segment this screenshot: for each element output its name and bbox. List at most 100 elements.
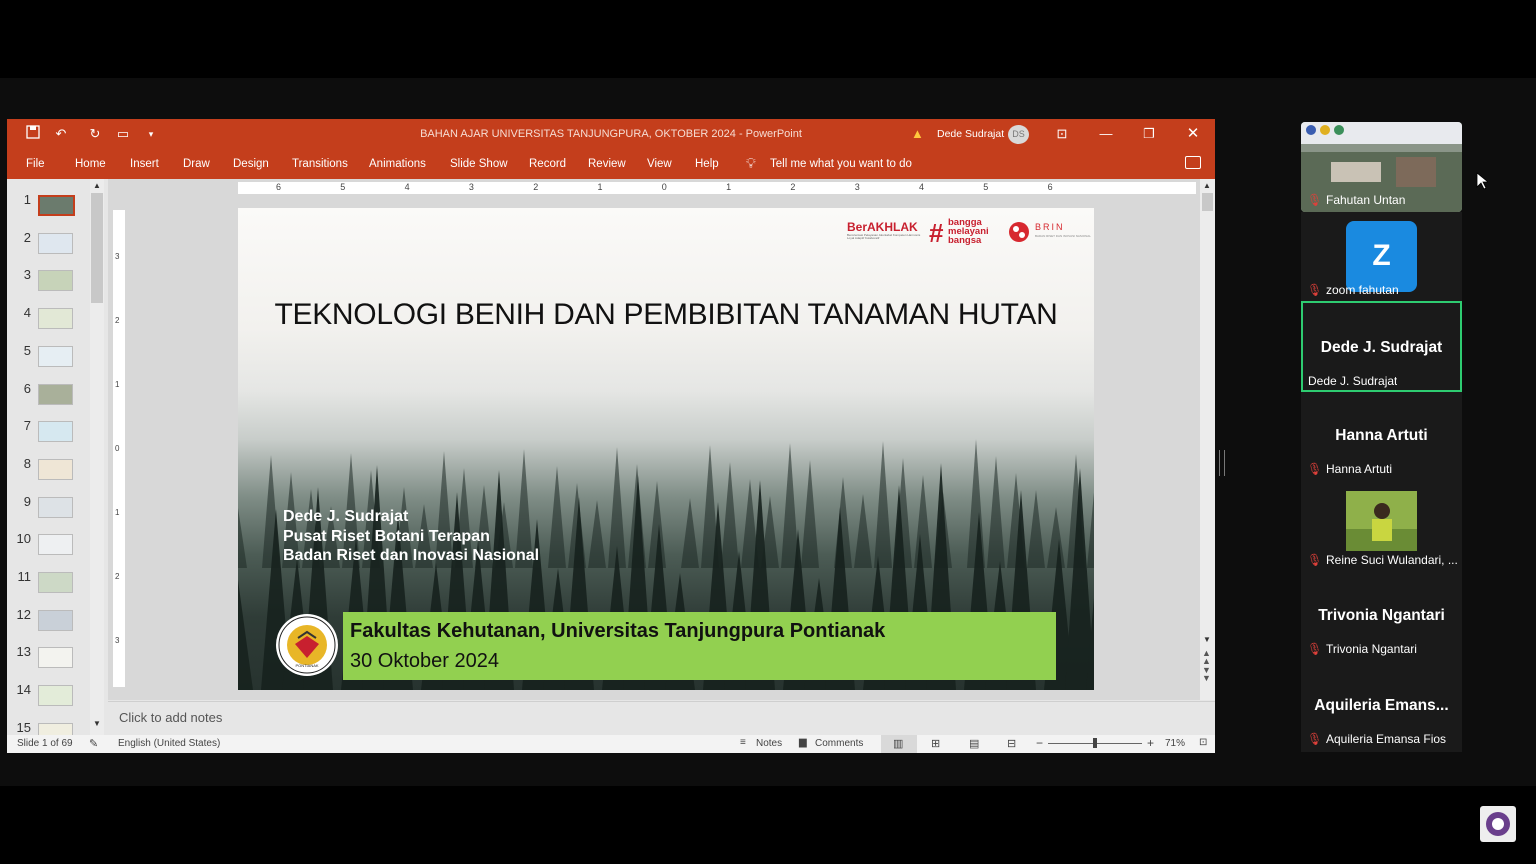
- muted-mic-icon: 🎙︎: [1307, 193, 1323, 207]
- zoom-out-icon[interactable]: −: [1036, 736, 1043, 750]
- notes-toggle[interactable]: Notes: [756, 738, 782, 749]
- slide-thumbnail[interactable]: [38, 383, 73, 405]
- participant-name: Trivonia Ngantari: [1326, 642, 1417, 656]
- berakhlak-logo-text: BerAKHLAK: [847, 220, 918, 234]
- thumbnail-number: 10: [16, 531, 31, 547]
- tree-shape: [681, 498, 699, 568]
- participant-display-name: Aquileria Emans...: [1314, 697, 1449, 714]
- university-seal: PONTIANAK: [276, 614, 338, 676]
- participant-tile-fahutan-untan[interactable]: 🎙︎ Fahutan Untan: [1301, 122, 1462, 212]
- zoom-slider-knob[interactable]: [1093, 738, 1097, 748]
- slide-thumbnail[interactable]: [38, 647, 73, 669]
- language-indicator[interactable]: English (United States): [118, 738, 220, 749]
- vertical-ruler: 3 2 1 0 1 2 3: [113, 210, 125, 687]
- zoom-level[interactable]: 71%: [1165, 738, 1185, 749]
- minimize-icon[interactable]: —: [1096, 125, 1116, 143]
- tab-file[interactable]: File: [26, 158, 45, 170]
- reading-view-icon[interactable]: ▤: [969, 737, 979, 750]
- tell-me-search[interactable]: Tell me what you want to do: [770, 158, 912, 170]
- restore-icon[interactable]: ❐: [1139, 125, 1159, 143]
- slide-thumbnail[interactable]: [38, 195, 75, 216]
- tree-shape: [1047, 507, 1065, 568]
- avatar-letter: Z: [1372, 239, 1391, 272]
- scroll-thumb[interactable]: [91, 193, 103, 303]
- tab-animations[interactable]: Animations: [369, 158, 426, 170]
- tab-review[interactable]: Review: [588, 158, 626, 170]
- scroll-down-icon[interactable]: ▼: [1203, 635, 1211, 644]
- zoom-slider[interactable]: [1048, 738, 1142, 748]
- slide-thumbnail[interactable]: [38, 534, 73, 556]
- warning-icon[interactable]: ▲: [911, 126, 924, 141]
- slide-title: TEKNOLOGI BENIH DAN PEMBIBITAN TANAMAN H…: [274, 298, 1058, 331]
- user-avatar[interactable]: DS: [1008, 125, 1029, 144]
- scroll-up-icon[interactable]: ▲: [93, 181, 101, 190]
- slide-thumbnail[interactable]: [38, 308, 73, 330]
- tree-shape: [801, 460, 819, 568]
- slide-counter[interactable]: Slide 1 of 69: [17, 738, 73, 749]
- scroll-thumb[interactable]: [1202, 193, 1213, 211]
- comments-icon[interactable]: [1185, 156, 1201, 169]
- spell-check-icon[interactable]: ✎: [89, 737, 98, 750]
- slide-thumbnail[interactable]: [38, 421, 73, 443]
- ruler-tick-label: 2: [115, 316, 120, 325]
- previous-slide-icon[interactable]: ▲ ▲: [1202, 649, 1211, 666]
- next-slide-icon[interactable]: ▼ ▼: [1202, 666, 1211, 683]
- tab-transitions[interactable]: Transitions: [292, 158, 348, 170]
- ribbon-display-icon[interactable]: ⊡: [1052, 125, 1072, 143]
- tab-home[interactable]: Home: [75, 158, 106, 170]
- brin-logo: BRIN BADAN RISET DAN INOVASI NASIONAL: [1008, 221, 1091, 248]
- tab-view[interactable]: View: [647, 158, 672, 170]
- user-name[interactable]: Dede Sudrajat: [937, 128, 1004, 140]
- close-icon[interactable]: ✕: [1183, 125, 1203, 143]
- normal-view-icon: ▥: [893, 738, 904, 750]
- participant-tile-hanna-artuti[interactable]: Hanna Artuti 🎙︎ Hanna Artuti: [1301, 392, 1462, 482]
- slide-canvas[interactable]: BerAKHLAK Berorientasi Pelayanan Akuntab…: [238, 208, 1094, 690]
- slide-show-icon[interactable]: ⊟: [1007, 737, 1016, 750]
- ruler-tick-label: 1: [597, 182, 603, 192]
- ruler-tick-label: 3: [115, 252, 120, 261]
- slide-editor: 6 5 4 3 2 1 0 1 2 3 4 5 6 3 2 1 0 1 2 3 BerAKHLAK Berorien…: [108, 179, 1215, 700]
- notes-icon: ≡: [740, 737, 746, 748]
- participant-tile-dede-sudrajat[interactable]: Dede J. Sudrajat Dede J. Sudrajat: [1301, 301, 1462, 392]
- comments-toggle[interactable]: Comments: [815, 738, 863, 749]
- tab-help[interactable]: Help: [695, 158, 719, 170]
- tab-design[interactable]: Design: [233, 158, 269, 170]
- ruler-tick-label: 6: [1047, 182, 1053, 192]
- thumbnail-number: 6: [23, 380, 31, 396]
- tab-slide-show[interactable]: Slide Show: [450, 158, 508, 170]
- notes-pane[interactable]: Click to add notes: [108, 701, 1215, 736]
- slide-thumbnail[interactable]: [38, 496, 73, 518]
- thumbnails-scrollbar[interactable]: ▲ ▼: [90, 179, 104, 735]
- scroll-down-icon[interactable]: ▼: [93, 719, 101, 728]
- participant-tile-aquileria-emansa-fios[interactable]: Aquileria Emans... 🎙︎ Aquileria Emansa F…: [1301, 662, 1462, 752]
- ruler-tick-label: 2: [115, 572, 120, 581]
- participant-tile-trivonia-ngantari[interactable]: Trivonia Ngantari 🎙︎ Trivonia Ngantari: [1301, 572, 1462, 662]
- ruler-tick-label: 5: [340, 182, 346, 192]
- panel-splitter[interactable]: [1219, 450, 1225, 476]
- zoom-in-icon[interactable]: +: [1147, 736, 1154, 750]
- ruler-tick-label: 2: [533, 182, 539, 192]
- powerpoint-window: ↶ ↻ ▭ ▾ BAHAN AJAR UNIVERSITAS TANJUNGPU…: [7, 119, 1215, 753]
- slide-thumbnail[interactable]: [38, 232, 73, 254]
- slide-sorter-icon[interactable]: ⊞: [931, 737, 940, 750]
- scroll-up-icon[interactable]: ▲: [1203, 181, 1211, 190]
- slide-thumbnail[interactable]: [38, 572, 73, 593]
- slide-scrollbar[interactable]: ▲ ▼ ▲ ▲ ▼ ▼: [1200, 179, 1215, 700]
- participant-tile-zoom-fahutan[interactable]: Z 🎙︎ zoom fahutan: [1301, 212, 1462, 302]
- slide-thumbnail[interactable]: [38, 458, 73, 480]
- fit-to-window-icon[interactable]: ⊡: [1199, 737, 1207, 748]
- tab-insert[interactable]: Insert: [130, 158, 159, 170]
- tab-record[interactable]: Record: [529, 158, 566, 170]
- participant-tile-reine-suci-wulandari[interactable]: 🎙︎ Reine Suci Wulandari, ...: [1301, 482, 1462, 572]
- slide-thumbnail[interactable]: [38, 685, 73, 707]
- slide-thumbnail[interactable]: [38, 345, 73, 367]
- slide-thumbnail[interactable]: [38, 270, 73, 292]
- thumbnail-number: 15: [16, 719, 31, 735]
- title-bar: ↶ ↻ ▭ ▾ BAHAN AJAR UNIVERSITAS TANJUNGPU…: [7, 119, 1215, 150]
- tab-draw[interactable]: Draw: [183, 158, 210, 170]
- slide-thumbnail[interactable]: [38, 722, 73, 735]
- slide-thumbnail[interactable]: [38, 609, 73, 631]
- notes-placeholder[interactable]: Click to add notes: [119, 710, 222, 725]
- tree-shape: [854, 494, 872, 568]
- lightbulb-icon: 💡︎: [746, 155, 756, 171]
